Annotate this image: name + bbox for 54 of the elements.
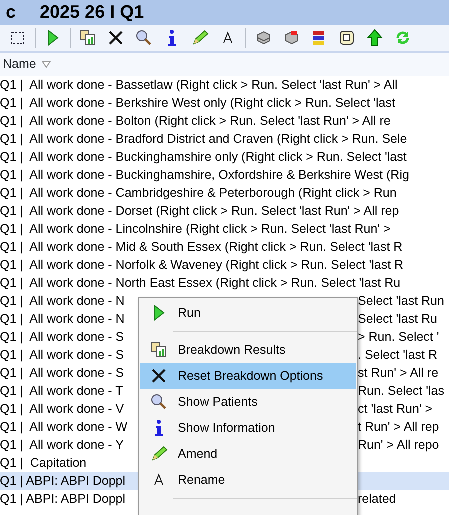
row-text[interactable]: Q1 | All work done - S xyxy=(0,364,124,382)
row-text: . Select 'last R xyxy=(358,347,438,364)
row-text[interactable]: Q1 | All work done - N xyxy=(0,292,125,310)
row-text[interactable]: Q1 | All work done - N xyxy=(0,310,125,328)
menu-item[interactable]: Breakdown Results xyxy=(140,337,356,363)
pencil-icon xyxy=(150,445,168,463)
row-text[interactable]: Q1 | All work done - Norfolk & Waveney (Right click > Run. Select 'last R xyxy=(0,256,404,274)
row-text[interactable]: Q1 | All work done - S xyxy=(0,346,124,364)
menu-item[interactable]: Reset Breakdown Options xyxy=(140,363,356,389)
row-text[interactable]: Q1 | All work done - Buckinghamshire only (Right click > Run. Select 'last xyxy=(0,148,407,166)
row-text: Select 'last Ru xyxy=(358,311,438,328)
row-text: Run' > All repo xyxy=(358,437,440,454)
column-header[interactable]: Name xyxy=(3,55,36,74)
row-text: Select 'last Run xyxy=(358,293,444,310)
window-title: 2025 26 I Q1 xyxy=(40,1,144,24)
row-text: ct 'last Run' > xyxy=(358,401,433,418)
close-icon xyxy=(150,367,168,385)
menu-item[interactable]: Show Information xyxy=(140,415,356,441)
row-text: t Run' > All rep xyxy=(358,419,440,436)
menu-item[interactable]: Show Patients xyxy=(140,389,356,415)
breakdown-icon xyxy=(150,341,168,359)
row-text[interactable]: Q1 | All work done - Cambridgeshire & Peterborough (Right click > Run xyxy=(0,184,397,202)
row-text: st Run' > All re xyxy=(358,365,439,382)
row-text[interactable]: Q1 | All work done - Lincolnshire (Right click > Run. Select 'last Run' > xyxy=(0,220,391,238)
window-title-prefix: c xyxy=(6,1,16,24)
menu-item[interactable]: Run xyxy=(140,300,356,326)
row-text[interactable]: Q1 | All work done - Buckinghamshire, Oxfordshire & Berkshire West (Rig xyxy=(0,166,410,184)
menu-item[interactable]: Amend xyxy=(140,441,356,467)
search-icon xyxy=(150,393,168,411)
row-text[interactable]: Q1 | All work done - W xyxy=(0,418,128,436)
row-text[interactable]: Q1 | ABPI: ABPI Doppl xyxy=(0,490,126,508)
row-text[interactable]: Q1 | All work done - T xyxy=(0,382,124,400)
breakdown-icon xyxy=(79,29,97,47)
row-text[interactable]: Q1 | All work done - S xyxy=(0,328,124,346)
row-text: related xyxy=(358,491,396,508)
up-arrow-icon xyxy=(366,29,384,47)
row-text[interactable]: Q1 | All work done - Berkshire West only (Right click > Run. Select 'last xyxy=(0,94,396,112)
row-text[interactable]: Q1 | All work done - Mid & South Essex (Right click > Run. Select 'last R xyxy=(0,238,403,256)
row-text[interactable]: Q1 | All work done - North East Essex (Right click > Run. Select 'last Ru xyxy=(0,274,401,292)
close-icon xyxy=(107,29,125,47)
row-text[interactable]: Q1 | All work done - Bradford District and Craven (Right click > Run. Sele xyxy=(0,130,408,148)
pencil-icon xyxy=(191,29,209,47)
search-icon xyxy=(135,29,153,47)
row-text[interactable]: Q1 | All work done - Dorset (Right click > Run. Select 'last Run' > All rep xyxy=(0,202,400,220)
row-text[interactable]: Q1 | Capitation xyxy=(0,454,87,472)
row-text[interactable]: Q1 | All work done - V xyxy=(0,400,124,418)
row-text: Run. Select 'las xyxy=(358,383,444,400)
menu-item[interactable]: Rename xyxy=(140,467,356,493)
row-text: > Run. Select ' xyxy=(358,329,440,346)
row-text[interactable]: Q1 | All work done - Bolton (Right click > Run. Select 'last Run' > All re xyxy=(0,112,391,130)
row-text[interactable]: Q1 | All work done - Y xyxy=(0,436,124,454)
sort-icon[interactable] xyxy=(42,61,52,68)
row-text[interactable]: Q1 | All work done - Bassetlaw (Right click > Run. Select 'last Run' > All xyxy=(0,76,398,94)
refresh-icon xyxy=(394,29,412,47)
